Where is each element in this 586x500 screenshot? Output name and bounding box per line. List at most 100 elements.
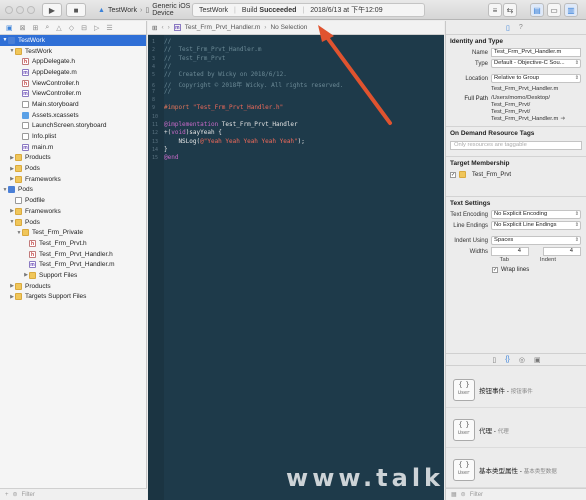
toggle-navigator-button[interactable]: ▤ (530, 3, 544, 17)
tree-item[interactable]: ▶ Frameworks (0, 174, 146, 185)
tags-field[interactable]: Only resources are taggable (450, 141, 582, 150)
encoding-popup[interactable]: No Explicit Encoding (491, 210, 581, 219)
tree-item[interactable]: ▶ Targets Support Files (0, 292, 146, 303)
navigator-filter[interactable]: + ⊜ Filter (0, 488, 147, 500)
breakpoint-icon[interactable]: ▷ (94, 24, 99, 32)
snippet-item[interactable]: { } User 代理 - 代理 (446, 413, 586, 448)
location-popup[interactable]: Relative to Group (491, 74, 581, 83)
object-library-icon[interactable]: ◎ (519, 356, 525, 364)
tree-item-label: TestWork (18, 36, 45, 44)
version-editor-button[interactable]: ⇆ (503, 3, 517, 17)
file-template-icon[interactable]: ▯ (492, 356, 496, 364)
line-number: 9 (152, 105, 156, 112)
media-library-icon[interactable]: ▣ (534, 356, 541, 364)
source-control-icon[interactable]: ⊠ (20, 24, 26, 32)
tree-item[interactable]: ▶ Products (0, 153, 146, 164)
snippet-icon-sub: User (457, 470, 470, 476)
reveal-arrow-icon[interactable]: ➜ (560, 116, 565, 123)
type-label: Type (474, 60, 488, 67)
file-inspector-icon[interactable]: ▯ (506, 24, 510, 32)
tree-item[interactable]: ▼ Pods (0, 185, 146, 196)
activity-build: Build (241, 6, 258, 14)
scheme-selector[interactable]: ▲ TestWork › ▯ Generic iOS Device (95, 3, 191, 17)
line-number: 7 (152, 88, 156, 95)
forward-icon[interactable]: › (168, 24, 170, 31)
indent-popup[interactable]: Spaces (491, 236, 581, 245)
tree-item[interactable]: Main.storyboard (0, 99, 146, 110)
tree-item[interactable]: m ViewController.m (0, 88, 146, 99)
code-token: "Test_Frm_Prvt_Handler.h" (192, 104, 284, 112)
stop-button[interactable]: ■ (66, 3, 86, 17)
hierarchy-icon[interactable]: ⊞ (33, 24, 39, 32)
wrap-checkbox[interactable]: ✓ (492, 267, 498, 273)
tree-item[interactable]: h Test_Frm_Prvt.h (0, 238, 146, 249)
h-file-icon: h (22, 58, 29, 66)
tree-item[interactable]: h AppDelegate.h (0, 56, 146, 67)
snippet-item[interactable]: { } User 按钮事件 - 按钮事件 (446, 373, 586, 408)
tree-item-label: ViewController.h (32, 79, 80, 87)
activity-result: Succeeded (259, 6, 297, 14)
snippet-item[interactable]: { } User 基本类型属性 - 基本类型数据 (446, 453, 586, 488)
toggle-inspector-button[interactable]: ▥ (564, 3, 578, 17)
snippet-title: 基本类型属性 (479, 468, 518, 475)
sidebar-left-icon: ▤ (533, 5, 541, 15)
code-area[interactable]: 1 // 2 // Test_Frm_Prvt_Handler.m 3 // Test_F… (148, 35, 444, 500)
code-token: // Test_Frm_Prvt_Handler.m (164, 46, 262, 54)
toggle-debug-button[interactable]: ▭ (547, 3, 561, 17)
warning-icon[interactable]: △ (56, 24, 61, 32)
tree-item[interactable]: m main.m (0, 142, 146, 153)
quick-help-icon[interactable]: ? (519, 24, 523, 31)
folder-file-icon (22, 229, 29, 237)
debug-icon[interactable]: ⊟ (81, 24, 87, 32)
tree-item-label: Products (25, 282, 51, 290)
tree-item[interactable]: ▶ Frameworks (0, 206, 146, 217)
tree-item[interactable]: ▼ TestWork (0, 46, 146, 57)
tree-item-label: Assets.xcassets (32, 111, 79, 119)
add-icon[interactable]: + (5, 492, 9, 498)
test-icon[interactable]: ◇ (69, 24, 74, 32)
tree-item[interactable]: m Test_Frm_Prvt_Handler.m (0, 259, 146, 270)
zoom-window-button[interactable] (27, 6, 35, 14)
library-filter[interactable]: ▦ ⊜ Filter (446, 488, 586, 500)
minimize-window-button[interactable] (16, 6, 24, 14)
tree-item[interactable]: ▼ Pods (0, 217, 146, 228)
folder-icon[interactable]: ▣ (6, 24, 13, 32)
related-items-icon[interactable]: ⊞ (152, 24, 157, 32)
endings-popup[interactable]: No Explicit Line Endings (491, 221, 581, 230)
tree-item[interactable]: Podfile (0, 195, 146, 206)
run-button[interactable]: ▶ (42, 3, 62, 17)
widths-label: Widths (469, 248, 488, 255)
jumpbar-selection[interactable]: No Selection (270, 24, 307, 31)
grid-icon[interactable]: ▦ (451, 491, 457, 498)
tree-item[interactable]: ▶ Pods (0, 163, 146, 174)
tree-item[interactable]: ▶ Support Files (0, 270, 146, 281)
report-icon[interactable]: ☰ (106, 24, 112, 32)
target-checkbox[interactable]: ✓ (450, 171, 456, 178)
app-icon: ▲ (98, 6, 105, 14)
source-editor: ⊞ ‹ › m Test_Frm_Prvt_Handler.m › No Sel… (148, 21, 444, 500)
tree-item[interactable]: h ViewController.h (0, 78, 146, 89)
tree-item[interactable]: Assets.xcassets (0, 110, 146, 121)
close-window-button[interactable] (5, 6, 13, 14)
tree-item[interactable]: LaunchScreen.storyboard (0, 121, 146, 132)
indent-width-field[interactable]: 4 (543, 247, 581, 256)
code-snippet-icon[interactable]: {} (505, 356, 510, 363)
type-popup[interactable]: Default - Objective-C Sou... (491, 59, 581, 68)
standard-editor-button[interactable]: ≡ (488, 3, 502, 17)
tree-item[interactable]: ▼ TestWork (0, 35, 146, 46)
tree-item[interactable]: ▶ Products (0, 281, 146, 292)
library-filter-input[interactable]: Filter (470, 492, 483, 498)
line-number: 3 (152, 55, 156, 62)
back-icon[interactable]: ‹ (161, 24, 163, 31)
filter-input[interactable]: Filter (22, 492, 35, 498)
tree-item[interactable]: h Test_Frm_Prvt_Handler.h (0, 249, 146, 260)
tree-item[interactable]: m AppDelegate.m (0, 67, 146, 78)
tab-width-field[interactable]: 4 (491, 247, 529, 256)
tree-item[interactable]: ▼ Test_Frm_Private (0, 227, 146, 238)
tree-item[interactable]: Info.plist (0, 131, 146, 142)
search-icon[interactable]: ⌕ (45, 24, 49, 32)
code-token: // (164, 62, 172, 70)
name-field[interactable]: Test_Frm_Prvt_Handler.m (491, 48, 581, 57)
tree-item-label: Pods (25, 165, 40, 173)
jumpbar-file[interactable]: Test_Frm_Prvt_Handler.m (185, 24, 261, 31)
